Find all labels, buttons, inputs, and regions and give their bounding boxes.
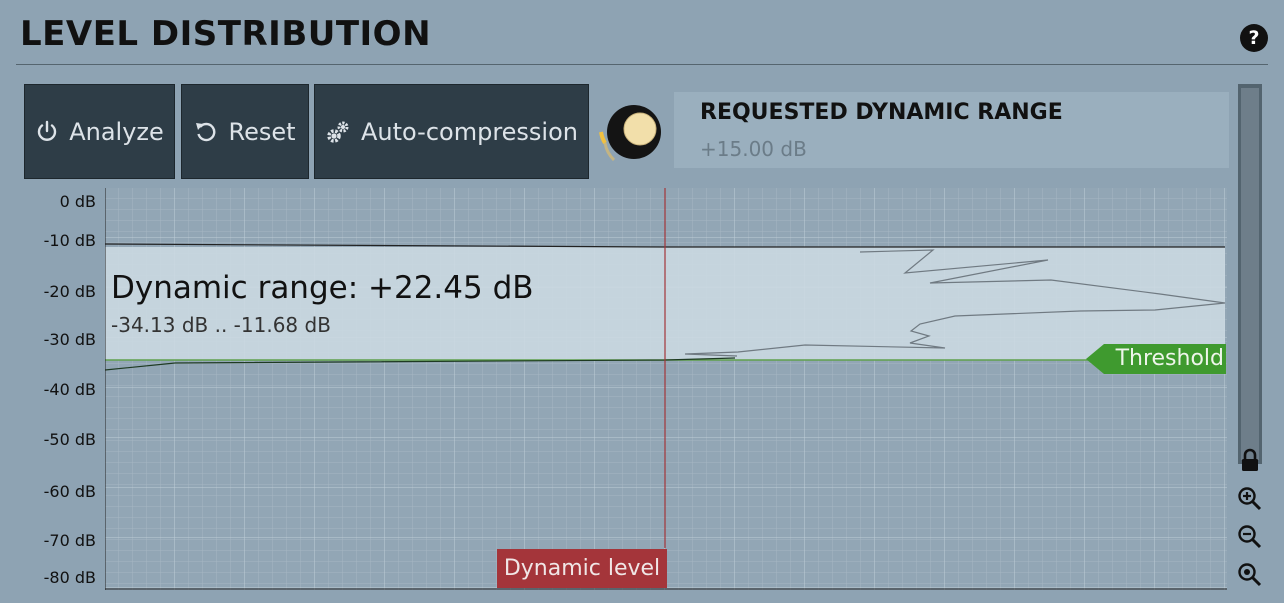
analyze-button[interactable]: Analyze bbox=[24, 84, 175, 179]
undo-icon bbox=[194, 120, 218, 144]
threshold-marker[interactable]: Threshold bbox=[1086, 344, 1226, 374]
y-axis-label: -40 dB bbox=[43, 380, 96, 399]
scrollbar-thumb[interactable] bbox=[1241, 88, 1259, 460]
threshold-label: Threshold bbox=[1115, 346, 1224, 371]
reset-button[interactable]: Reset bbox=[181, 84, 309, 179]
page-title: LEVEL DISTRIBUTION bbox=[20, 14, 432, 54]
title-divider bbox=[16, 64, 1268, 65]
power-icon bbox=[35, 120, 59, 144]
range-limits-readout: -34.13 dB .. -11.68 dB bbox=[111, 313, 331, 337]
y-axis-label: -30 dB bbox=[43, 330, 96, 349]
dynamic-level-label[interactable]: Dynamic level bbox=[497, 549, 667, 588]
zoom-fit-icon[interactable] bbox=[1236, 561, 1264, 589]
zoom-in-icon[interactable] bbox=[1236, 485, 1264, 513]
lock-icon[interactable] bbox=[1236, 446, 1264, 474]
y-axis-label: -50 dB bbox=[43, 430, 96, 449]
help-icon[interactable]: ? bbox=[1240, 24, 1268, 52]
dynamic-range-readout: Dynamic range: +22.45 dB bbox=[111, 270, 534, 306]
parameter-value[interactable]: +15.00 dB bbox=[700, 137, 807, 161]
auto-compression-label: Auto-compression bbox=[361, 117, 578, 146]
auto-compression-button[interactable]: Auto-compression bbox=[314, 84, 589, 179]
y-axis-label: -10 dB bbox=[43, 231, 96, 250]
analyze-label: Analyze bbox=[69, 117, 164, 146]
dynamic-range-knob[interactable] bbox=[594, 92, 674, 172]
y-axis-label: -60 dB bbox=[43, 482, 96, 501]
parameter-title: REQUESTED DYNAMIC RANGE bbox=[700, 100, 1063, 125]
y-axis-label: -20 dB bbox=[43, 282, 96, 301]
reset-label: Reset bbox=[228, 117, 296, 146]
gears-icon bbox=[325, 119, 351, 145]
y-axis-label: 0 dB bbox=[59, 192, 96, 211]
y-axis-label: -80 dB bbox=[43, 568, 96, 587]
level-distribution-graph[interactable] bbox=[105, 188, 1227, 590]
y-axis-label: -70 dB bbox=[43, 531, 96, 550]
zoom-out-icon[interactable] bbox=[1236, 523, 1264, 551]
